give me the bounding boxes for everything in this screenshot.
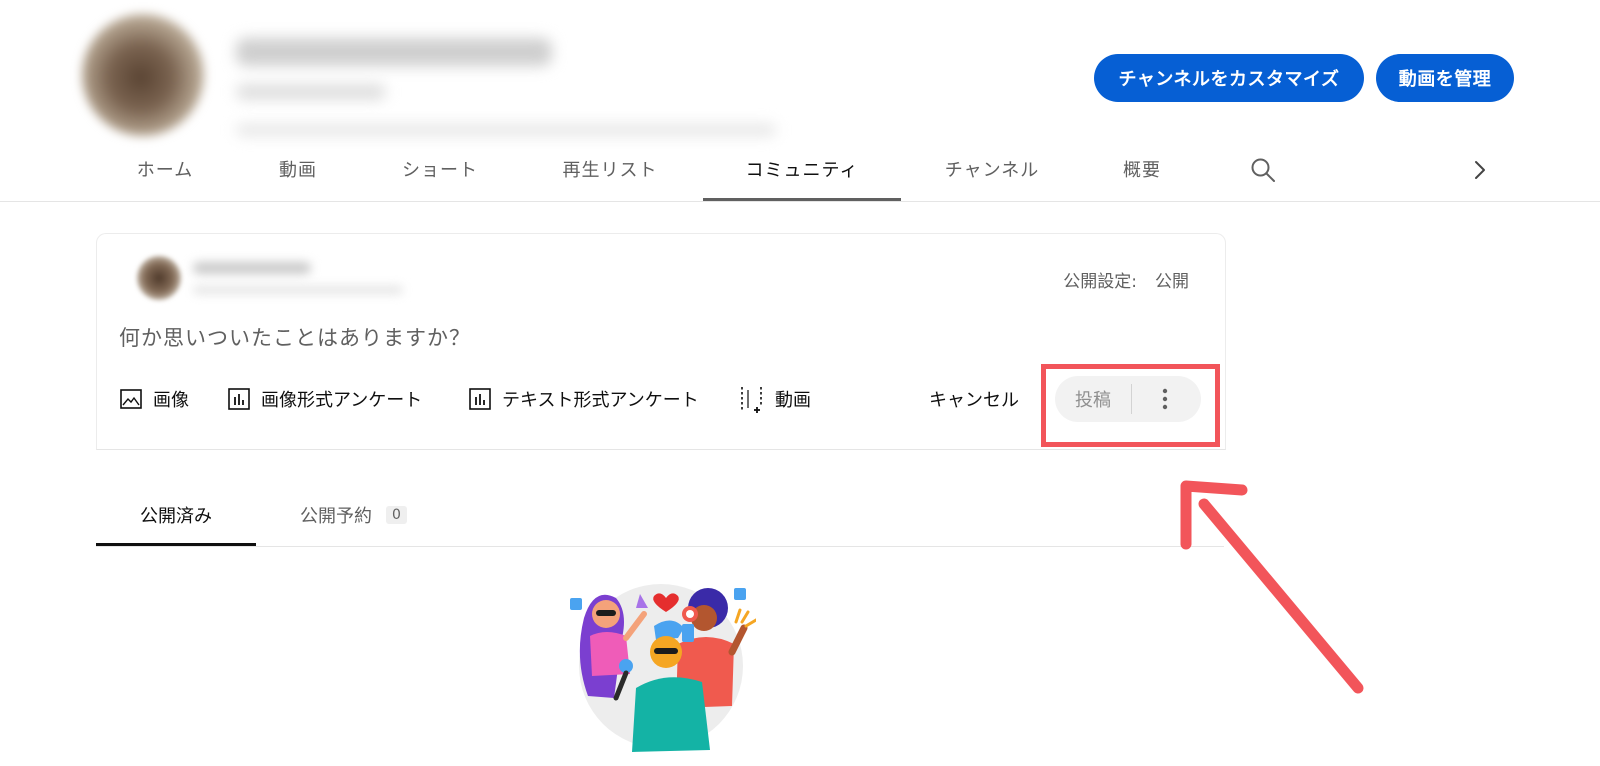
author-meta-blurred: [193, 286, 403, 294]
visibility-value: 公開: [1155, 272, 1189, 292]
visibility-label: 公開設定:: [1063, 272, 1137, 292]
author-name-blurred: [193, 262, 311, 274]
post-text-input[interactable]: 何か思いついたことはありますか？: [119, 322, 471, 352]
add-image-label: 画像: [153, 390, 189, 411]
visibility-setting[interactable]: 公開設定: 公開: [1063, 267, 1189, 292]
channel-tabs: ホーム 動画 ショート 再生リスト コミュニティ チャンネル 概要: [0, 140, 1600, 202]
poll-icon: [469, 388, 491, 410]
scheduled-count-badge: 0: [386, 505, 407, 524]
post-status-tabs: 公開済み 公開予約 0: [96, 486, 1224, 547]
search-icon[interactable]: [1249, 156, 1277, 184]
avatar: [137, 256, 181, 300]
tab-scheduled-label: 公開予約: [300, 505, 372, 527]
text-poll-label: テキスト形式アンケート: [502, 390, 699, 411]
channel-avatar: [82, 14, 204, 136]
tab-home[interactable]: ホーム: [126, 140, 204, 198]
cancel-button[interactable]: キャンセル: [929, 384, 1019, 414]
add-video-label: 動画: [775, 390, 811, 411]
tab-community[interactable]: コミュニティ: [703, 140, 901, 201]
image-poll-button[interactable]: 画像形式アンケート: [227, 384, 422, 414]
tab-shorts[interactable]: ショート: [392, 140, 488, 198]
video-add-icon: [741, 387, 762, 413]
chevron-right-icon[interactable]: [1466, 156, 1494, 184]
annotation-highlight-box: [1041, 364, 1220, 447]
customize-channel-button[interactable]: チャンネルをカスタマイズ: [1094, 54, 1364, 102]
tab-playlists[interactable]: 再生リスト: [552, 140, 668, 198]
add-image-button[interactable]: 画像: [119, 384, 189, 414]
tab-scheduled[interactable]: 公開予約 0: [300, 486, 407, 543]
image-poll-label: 画像形式アンケート: [261, 390, 423, 411]
community-illustration: [570, 584, 756, 752]
channel-name-blurred: [236, 38, 552, 66]
tab-published[interactable]: 公開済み: [96, 486, 256, 546]
annotation-arrow: [1180, 480, 1364, 694]
channel-meta-blurred: [236, 124, 776, 136]
tab-videos[interactable]: 動画: [262, 140, 334, 198]
text-poll-button[interactable]: テキスト形式アンケート: [468, 384, 699, 414]
tab-about[interactable]: 概要: [1116, 140, 1168, 198]
image-icon: [120, 389, 142, 409]
add-video-button[interactable]: 動画: [739, 384, 811, 414]
tab-channels[interactable]: チャンネル: [936, 140, 1048, 198]
channel-handle-blurred: [236, 84, 386, 100]
manage-videos-button[interactable]: 動画を管理: [1376, 54, 1514, 102]
poll-icon: [228, 388, 250, 410]
